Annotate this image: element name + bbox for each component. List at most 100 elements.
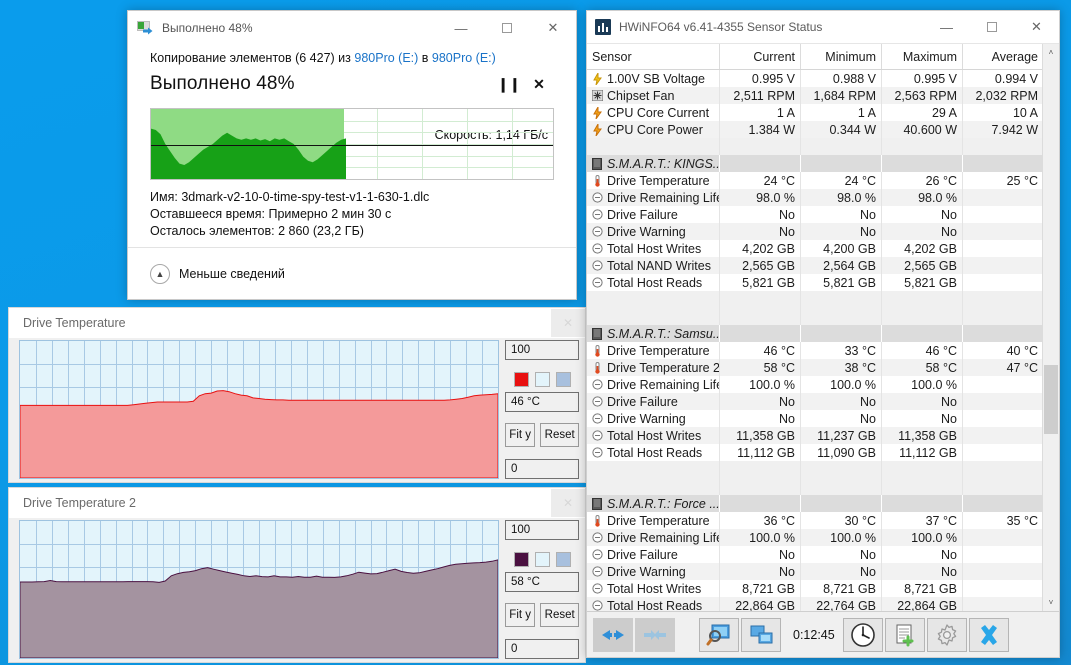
sensor-row[interactable]: Total NAND Writes 2,565 GB 2,564 GB 2,565 G… [587, 257, 1042, 274]
graph-panel-1-series-color-swatch[interactable] [513, 371, 529, 387]
sensor-group-row[interactable]: S.M.A.R.T.: Force ... [587, 495, 1042, 512]
graph-panel-2-grid-color-swatch[interactable] [555, 551, 571, 567]
spacer-row [587, 291, 1042, 308]
sensor-row[interactable]: Drive Temperature 2 58 °C 38 °C 58 °C 47 °C [587, 359, 1042, 376]
sensor-row[interactable]: Drive Temperature 24 °C 24 °C 26 °C 25 °C [587, 172, 1042, 189]
sensor-name-cell: Total Host Writes [587, 580, 720, 597]
scroll-down-icon[interactable]: ˅ [1043, 594, 1059, 611]
sensor-name-cell [587, 308, 720, 325]
hwinfo-table-header[interactable]: Sensor Current Minimum Maximum Average [587, 44, 1042, 70]
hwinfo-icon [595, 19, 611, 35]
graph-panel-2-series-color-swatch[interactable] [513, 551, 529, 567]
close-button[interactable] [968, 617, 1009, 652]
sensor-row[interactable]: Drive Warning No No No [587, 410, 1042, 427]
graph-panel-1-fit-y-button[interactable]: Fit y [505, 423, 536, 448]
copy-dest-link[interactable]: 980Pro (E:) [432, 51, 496, 65]
current-value-cell: 22,864 GB [720, 597, 801, 611]
graph-panel-2-close-button[interactable]: ✕ [551, 489, 585, 517]
sensor-settings-button[interactable] [699, 617, 739, 652]
graph-panel-2-controls: 100 58 °C Fit y Reset 0 [505, 520, 583, 660]
copy-pause-button[interactable]: ❙❙ [494, 70, 524, 98]
graph-panel-1-close-button[interactable]: ✕ [551, 309, 585, 337]
sensor-row[interactable]: Drive Warning No No No [587, 563, 1042, 580]
maximum-value-cell [882, 308, 963, 325]
graph-panel-2-plot[interactable] [19, 520, 499, 659]
sensor-row[interactable]: Total Host Reads 22,864 GB 22,764 GB 22,864… [587, 597, 1042, 611]
sensor-name-cell: S.M.A.R.T.: KINGS... [587, 155, 720, 172]
graph-panel-1-body: 100 46 °C Fit y Reset 0 [9, 338, 585, 482]
copy-dialog-titlebar[interactable]: Выполнено 48% — ✕ [128, 11, 576, 45]
sensor-row[interactable]: Drive Warning No No No [587, 223, 1042, 240]
hwinfo-minimize-button[interactable]: — [924, 12, 969, 43]
sensor-group-row[interactable]: S.M.A.R.T.: KINGS... [587, 155, 1042, 172]
scroll-up-icon[interactable]: ˄ [1043, 44, 1059, 61]
sensor-row[interactable]: CPU Core Power 1.384 W 0.344 W 40.600 W 7.94… [587, 121, 1042, 138]
expand-all-button[interactable] [593, 617, 633, 652]
sensor-row[interactable]: Total Host Writes 8,721 GB 8,721 GB 8,721 G… [587, 580, 1042, 597]
chevron-up-icon[interactable]: ▲ [150, 263, 170, 284]
copy-dialog-minimize-button[interactable]: — [438, 12, 484, 45]
sensor-row[interactable]: Drive Failure No No No [587, 393, 1042, 410]
graph-panel-1-grid-color-swatch[interactable] [555, 371, 571, 387]
copy-time-label: Оставшееся время: [150, 207, 265, 221]
scrollbar-track[interactable] [1043, 61, 1059, 594]
sensor-row[interactable]: 1.00V SB Voltage 0.995 V 0.988 V 0.995 V 0.9… [587, 70, 1042, 87]
copy-name-row: Имя: 3dmark-v2-10-0-time-spy-test-v1-1-6… [150, 189, 554, 206]
clock-button[interactable] [842, 617, 883, 652]
sensor-row[interactable]: Drive Temperature 46 °C 33 °C 46 °C 40 °C [587, 342, 1042, 359]
hwinfo-close-button[interactable]: ✕ [1014, 12, 1059, 43]
sensor-row[interactable]: Total Host Reads 11,112 GB 11,090 GB 11,112… [587, 444, 1042, 461]
copy-dialog-footer: ▲ Меньше сведений [128, 247, 576, 299]
column-header-minimum[interactable]: Minimum [801, 44, 882, 69]
sensor-row[interactable]: Drive Failure No No No [587, 546, 1042, 563]
graph-panel-1-plot[interactable] [19, 340, 499, 479]
graph-panel-2-reset-button[interactable]: Reset [540, 603, 579, 628]
hwinfo-vertical-scrollbar[interactable]: ˄ ˅ [1042, 44, 1059, 611]
collapse-all-button[interactable] [635, 617, 675, 652]
sensor-row[interactable]: Chipset Fan 2,511 RPM 1,684 RPM 2,563 RPM 2,… [587, 87, 1042, 104]
copy-dialog-close-button[interactable]: ✕ [530, 12, 576, 45]
hwinfo-titlebar[interactable]: HWiNFO64 v6.41-4355 Sensor Status — ✕ [587, 11, 1059, 43]
copy-average-line [151, 145, 553, 146]
sensor-row[interactable]: Drive Temperature 36 °C 30 °C 37 °C 35 °C [587, 512, 1042, 529]
configure-button[interactable] [926, 617, 967, 652]
copy-dialog-body: Копирование элементов (6 427) из 980Pro … [128, 45, 576, 247]
graph-panel-2-max-field[interactable]: 100 [505, 520, 579, 540]
sensor-row[interactable]: Total Host Writes 11,358 GB 11,237 GB 11,35… [587, 427, 1042, 444]
less-details-label[interactable]: Меньше сведений [179, 267, 285, 281]
graph-panel-2-min-field[interactable]: 0 [505, 639, 579, 660]
minimum-value-cell: 0.344 W [801, 121, 882, 138]
graph-panel-1-background-color-swatch[interactable] [534, 371, 550, 387]
column-header-average[interactable]: Average [963, 44, 1042, 69]
sensor-row[interactable]: Drive Remaining Life 100.0 % 100.0 % 100.0 … [587, 529, 1042, 546]
sensor-group-row[interactable]: S.M.A.R.T.: Samsu... [587, 325, 1042, 342]
sensor-row[interactable]: CPU Core Current 1 A1 A 29 A 10 A [587, 104, 1042, 121]
hwinfo-maximize-button[interactable] [969, 12, 1014, 43]
copy-source-link[interactable]: 980Pro (E:) [354, 51, 418, 65]
column-header-current[interactable]: Current [720, 44, 801, 69]
graph-panel-2-fit-y-button[interactable]: Fit y [505, 603, 536, 628]
maximum-value-cell: 40.600 W [882, 121, 963, 138]
column-header-maximum[interactable]: Maximum [882, 44, 963, 69]
graph-panel-1-max-field[interactable]: 100 [505, 340, 579, 360]
graph-panel-1-min-field[interactable]: 0 [505, 459, 579, 480]
sensor-label: CPU Core Power [607, 122, 703, 137]
scrollbar-thumb[interactable] [1044, 364, 1058, 435]
sensor-label: Total Host Writes [607, 581, 702, 596]
graph-panel-1-reset-button[interactable]: Reset [540, 423, 579, 448]
sensor-row[interactable]: Drive Remaining Life 100.0 % 100.0 % 100.0 … [587, 376, 1042, 393]
sensor-label: Total Host Reads [607, 598, 703, 612]
sensor-row[interactable]: Drive Remaining Life 98.0 % 98.0 % 98.0 % [587, 189, 1042, 206]
current-value-cell: 2,511 RPM [720, 87, 801, 104]
average-value-cell: 40 °C [963, 342, 1042, 359]
sensor-row[interactable]: Drive Failure No No No [587, 206, 1042, 223]
copy-cancel-button[interactable]: ✕ [524, 70, 554, 98]
remote-monitor-button[interactable] [741, 617, 781, 652]
sensor-row[interactable]: Total Host Reads 5,821 GB 5,821 GB 5,821 GB [587, 274, 1042, 291]
sensor-row[interactable]: Total Host Writes 4,202 GB 4,200 GB 4,202 G… [587, 240, 1042, 257]
sensor-label: Drive Remaining Life [607, 530, 720, 545]
column-header-sensor[interactable]: Sensor [587, 44, 720, 69]
graph-panel-2-background-color-swatch[interactable] [534, 551, 550, 567]
copy-dialog-maximize-button[interactable] [484, 12, 530, 45]
logging-button[interactable] [884, 617, 925, 652]
